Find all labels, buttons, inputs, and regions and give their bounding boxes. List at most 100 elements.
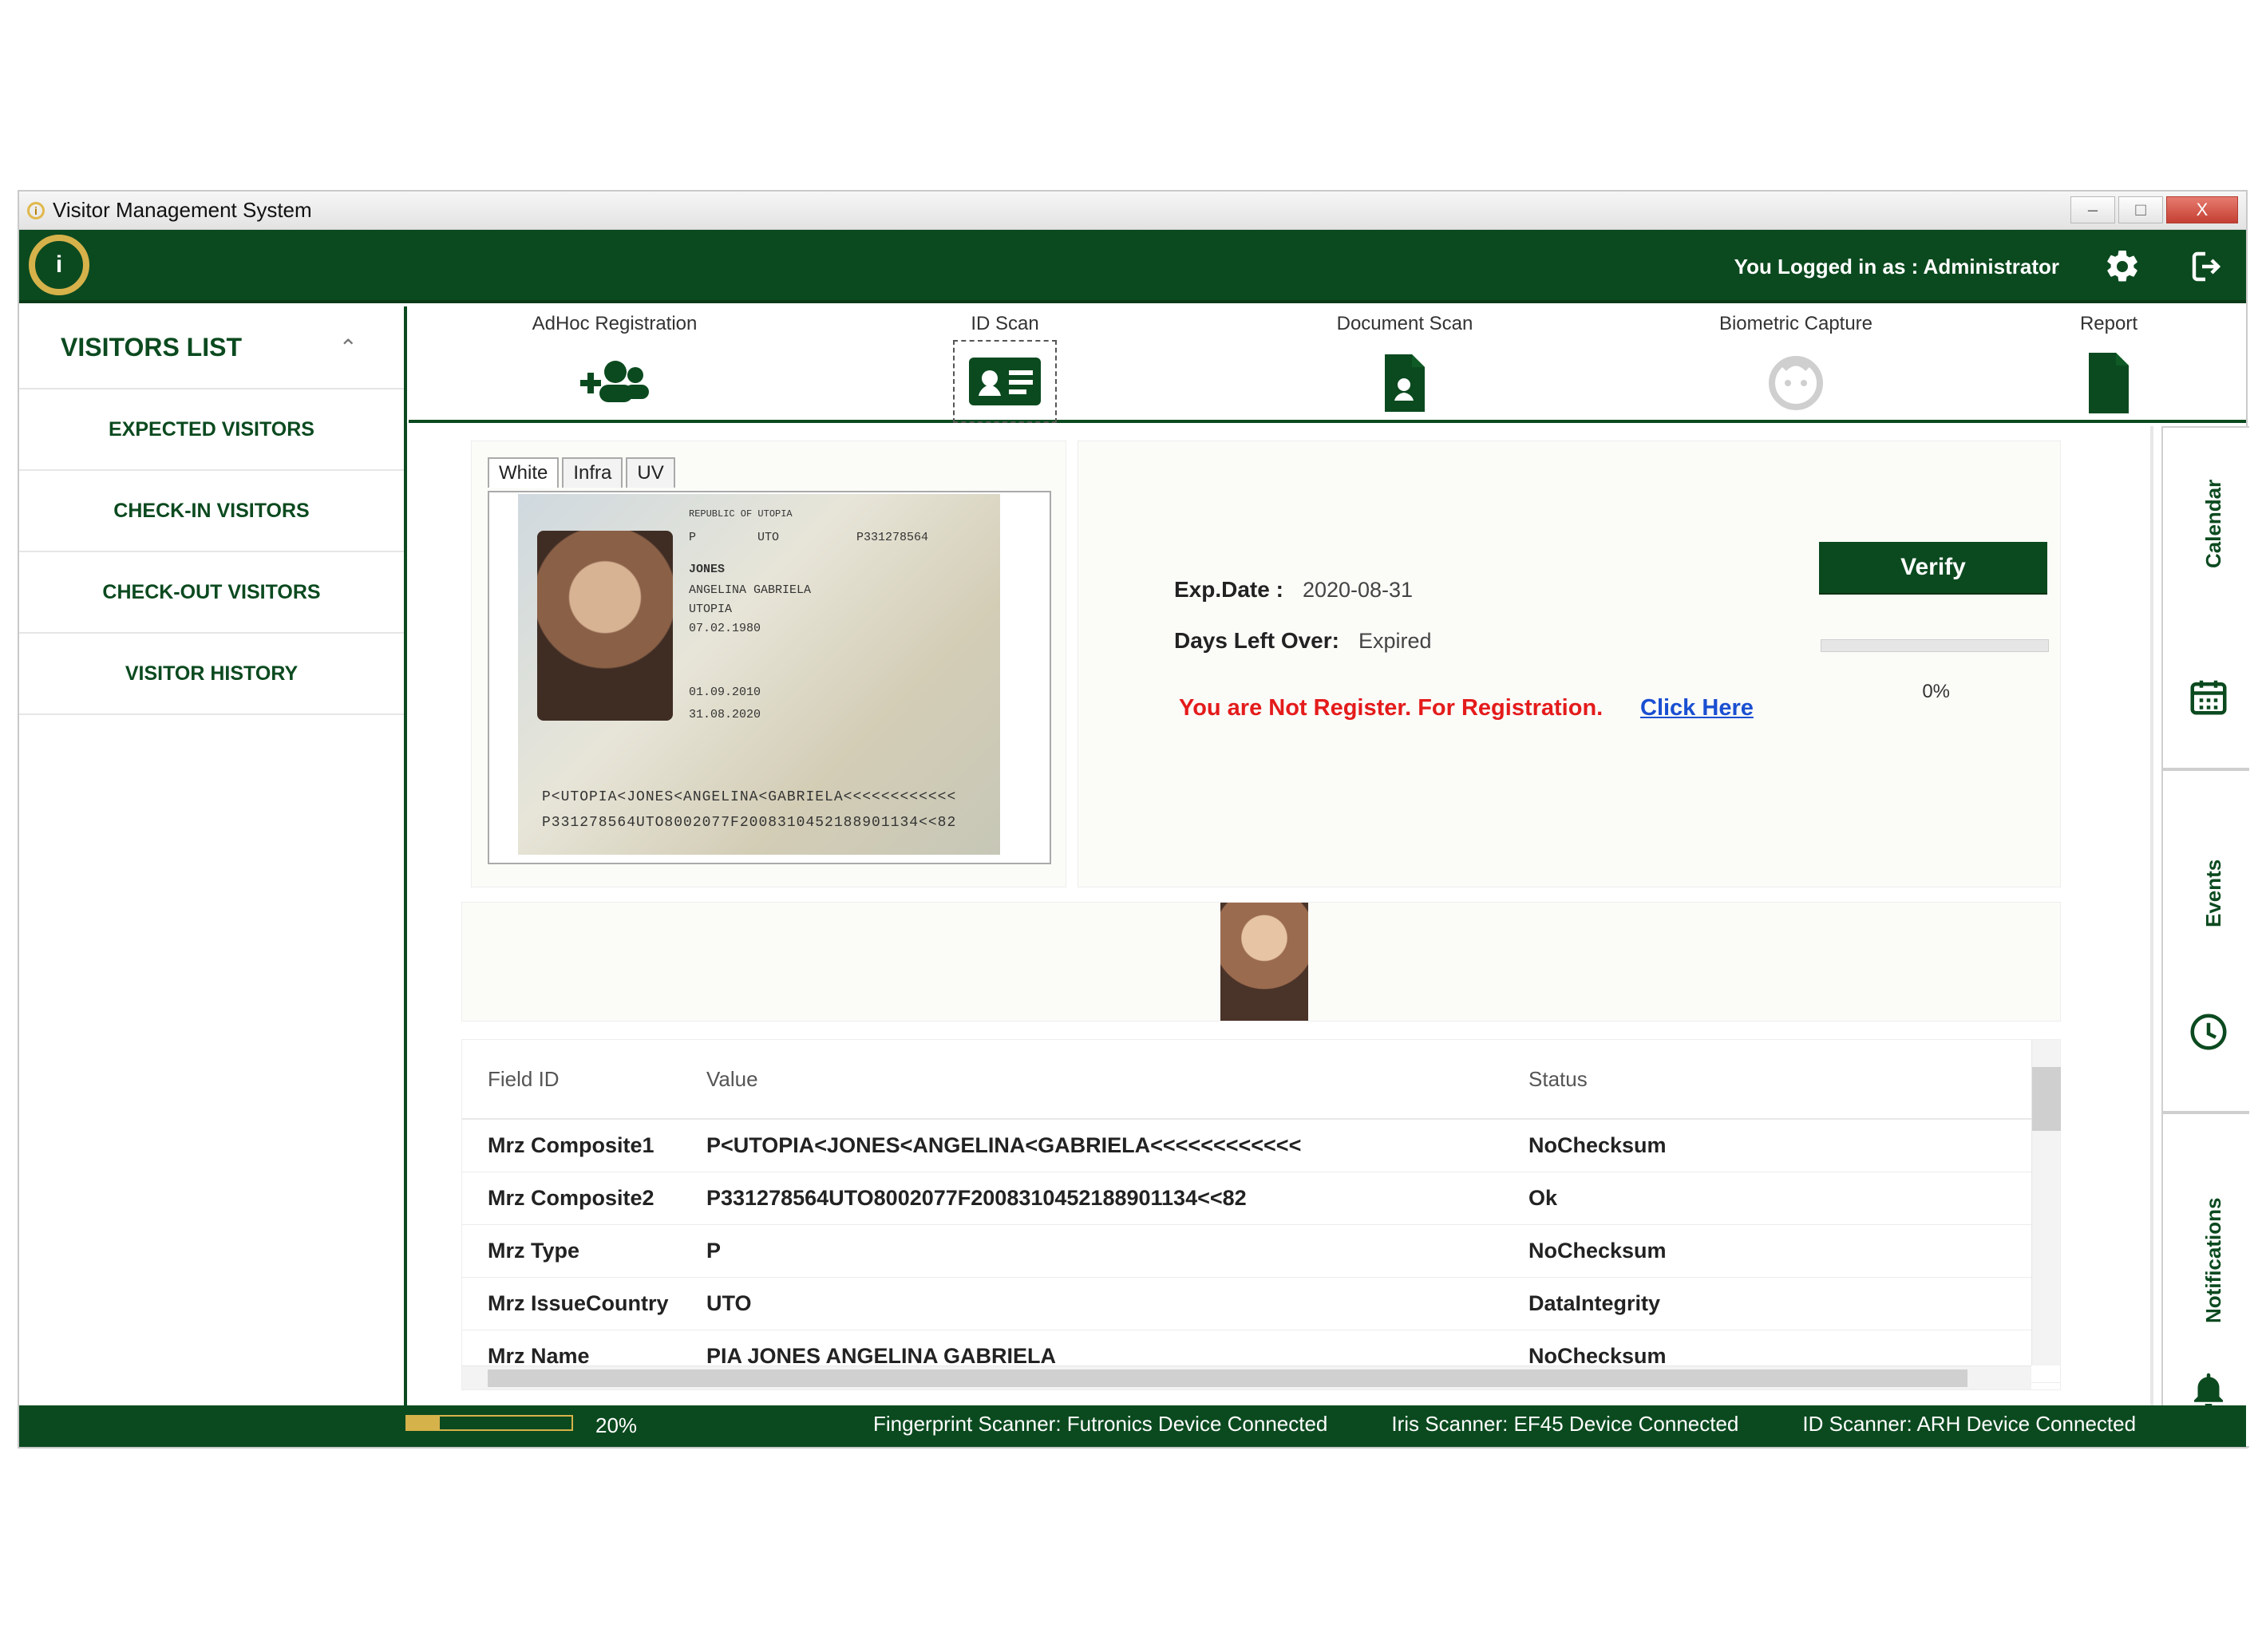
main-panel: AdHoc Registration ID Scan Document Scan… <box>409 306 2249 1448</box>
exp-date-label: Exp.Date : <box>1174 577 1283 602</box>
tab-infra-light[interactable]: Infra <box>562 457 623 488</box>
report-file-icon <box>2065 343 2153 423</box>
tab-id-scan[interactable]: ID Scan <box>945 306 1065 423</box>
settings-gear-icon[interactable] <box>2099 243 2145 290</box>
app-window: i Visitor Management System – □ X i You … <box>18 190 2249 1448</box>
document-preview-frame: REPUBLIC OF UTOPIA P UTO P331278564 JONE… <box>488 491 1051 864</box>
status-progress-bar <box>405 1415 573 1431</box>
sidebar-item-visitor-history[interactable]: VISITOR HISTORY <box>19 634 404 715</box>
tab-biometric-capture[interactable]: Biometric Capture <box>1700 306 1892 423</box>
id-card-icon <box>953 340 1057 423</box>
notifications-label: Notifications <box>2201 1197 2225 1323</box>
exp-date-value: 2020-08-31 <box>1302 577 1414 602</box>
brand-logo-icon: i <box>29 235 89 295</box>
row-status: DataIntegrity <box>1528 1291 1661 1315</box>
registration-warning: You are Not Register. For Registration. <box>1179 695 1604 721</box>
passport-number: P331278564 <box>856 531 929 544</box>
passport-surname: JONES <box>689 563 726 576</box>
app-logo-icon: i <box>27 201 45 219</box>
horizontal-scroll-thumb[interactable] <box>488 1369 1967 1387</box>
table-row[interactable]: Mrz IssueCountry UTO DataIntegrity <box>462 1278 2060 1330</box>
header-status: Status <box>1528 1066 1588 1091</box>
calendar-icon <box>2187 675 2230 722</box>
tab-label: Report <box>2079 313 2138 334</box>
passport-given-names: ANGELINA GABRIELA <box>689 583 812 597</box>
passport-image: REPUBLIC OF UTOPIA P UTO P331278564 JONE… <box>518 494 1000 855</box>
chevron-up-icon[interactable]: ⌃ <box>339 334 358 361</box>
visitors-sidebar: VISITORS LIST ⌃ EXPECTED VISITORS CHECK-… <box>19 306 407 1405</box>
document-light-tabs: White Infra UV <box>488 457 678 488</box>
days-left-label: Days Left Over: <box>1174 628 1339 653</box>
table-row[interactable]: Mrz Composite1 P<UTOPIA<JONES<ANGELINA<G… <box>462 1120 2060 1172</box>
exp-date-row: Exp.Date : 2020-08-31 <box>1174 577 1413 603</box>
table-row[interactable]: Mrz Composite2 P331278564UTO8002077F2008… <box>462 1172 2060 1225</box>
passport-country: UTO <box>757 531 780 544</box>
title-bar: i Visitor Management System – □ X <box>19 192 2246 230</box>
passport-nationality: UTOPIA <box>689 603 733 616</box>
click-here-link[interactable]: Click Here <box>1640 695 1754 721</box>
tab-white-light[interactable]: White <box>488 457 560 488</box>
row-value: P<UTOPIA<JONES<ANGELINA<GABRIELA<<<<<<<<… <box>706 1133 1302 1157</box>
logout-icon[interactable] <box>2185 243 2232 290</box>
notifications-panel[interactable]: Notifications <box>2161 1113 2249 1448</box>
sidebar-item-check-in-visitors[interactable]: CHECK-IN VISITORS <box>19 471 404 552</box>
verification-info-panel: Exp.Date : 2020-08-31 Days Left Over: Ex… <box>1078 441 2061 887</box>
header-field-id: Field ID <box>488 1066 560 1091</box>
horizontal-scrollbar[interactable] <box>462 1365 2031 1389</box>
verify-button[interactable]: Verify <box>1819 542 2047 593</box>
row-field-id: Mrz Composite2 <box>488 1186 654 1210</box>
tab-uv-light[interactable]: UV <box>626 457 675 488</box>
row-value: UTO <box>706 1291 752 1315</box>
sidebar-item-expected-visitors[interactable]: EXPECTED VISITORS <box>19 389 404 471</box>
row-value: P <box>706 1239 722 1263</box>
top-header-bar: i You Logged in as : Administrator <box>19 230 2246 303</box>
passport-mrz-line-1: P<UTOPIA<JONES<ANGELINA<GABRIELA<<<<<<<<… <box>542 789 957 805</box>
row-status: NoChecksum <box>1528 1239 1667 1263</box>
document-image-panel: White Infra UV REPUBLIC OF UTOPIA P UTO … <box>471 441 1066 887</box>
events-label: Events <box>2201 859 2225 927</box>
tab-label: Document Scan <box>1336 313 1473 334</box>
window-title: Visitor Management System <box>53 198 312 222</box>
passport-expiry: 31.08.2020 <box>689 708 761 721</box>
iris-status: Iris Scanner: EF45 Device Connected <box>1391 1412 1739 1436</box>
face-icon <box>1752 343 1840 423</box>
events-panel[interactable]: Events <box>2161 769 2249 1113</box>
tab-document-scan[interactable]: Document Scan <box>1317 306 1493 423</box>
days-left-row: Days Left Over: Expired <box>1174 628 1432 654</box>
status-progress-fill <box>407 1417 441 1429</box>
mrz-results-table: Field ID Value Status Mrz Composite1 P<U… <box>461 1039 2061 1390</box>
right-rail: Calendar Events Notifications <box>2150 426 2249 1448</box>
tab-label: Biometric Capture <box>1718 313 1873 334</box>
window-controls: – □ X <box>2070 196 2238 223</box>
tab-label: AdHoc Registration <box>532 313 698 334</box>
sidebar-item-check-out-visitors[interactable]: CHECK-OUT VISITORS <box>19 552 404 634</box>
vertical-scrollbar[interactable] <box>2031 1040 2061 1365</box>
passport-issue: 01.09.2010 <box>689 686 761 699</box>
passport-photo <box>537 531 673 721</box>
id-scanner-status: ID Scanner: ARH Device Connected <box>1802 1412 2137 1436</box>
passport-republic: REPUBLIC OF UTOPIA <box>689 508 793 520</box>
status-progress-text: 20% <box>595 1413 638 1437</box>
sidebar-header[interactable]: VISITORS LIST ⌃ <box>19 306 404 389</box>
fingerprint-status: Fingerprint Scanner: Futronics Device Co… <box>873 1412 1328 1436</box>
passport-mrz-line-2: P331278564UTO8002077F2008310452188901134… <box>542 815 957 831</box>
content-area: VISITORS LIST ⌃ EXPECTED VISITORS CHECK-… <box>19 306 2249 1448</box>
maximize-button[interactable]: □ <box>2118 196 2163 223</box>
face-thumbnail <box>1220 903 1308 1021</box>
row-value: P331278564UTO8002077F2008310452188901134… <box>706 1186 1247 1210</box>
row-status: NoChecksum <box>1528 1133 1667 1157</box>
verification-progress-bar <box>1821 639 2049 652</box>
tab-report[interactable]: Report <box>2053 306 2165 423</box>
logged-user-label: You Logged in as : Administrator <box>1734 254 2059 279</box>
calendar-panel[interactable]: Calendar <box>2161 426 2249 769</box>
close-button[interactable]: X <box>2166 196 2238 223</box>
row-field-id: Mrz Composite1 <box>488 1133 654 1157</box>
table-header: Field ID Value Status <box>462 1040 2060 1120</box>
verification-progress-text: 0% <box>1922 681 1950 702</box>
user-controls: You Logged in as : Administrator <box>1734 230 2232 303</box>
tab-adhoc-registration[interactable]: AdHoc Registration <box>519 306 710 423</box>
header-value: Value <box>706 1066 758 1091</box>
vertical-scroll-thumb[interactable] <box>2032 1067 2061 1131</box>
minimize-button[interactable]: – <box>2070 196 2115 223</box>
table-row[interactable]: Mrz Type P NoChecksum <box>462 1225 2060 1278</box>
